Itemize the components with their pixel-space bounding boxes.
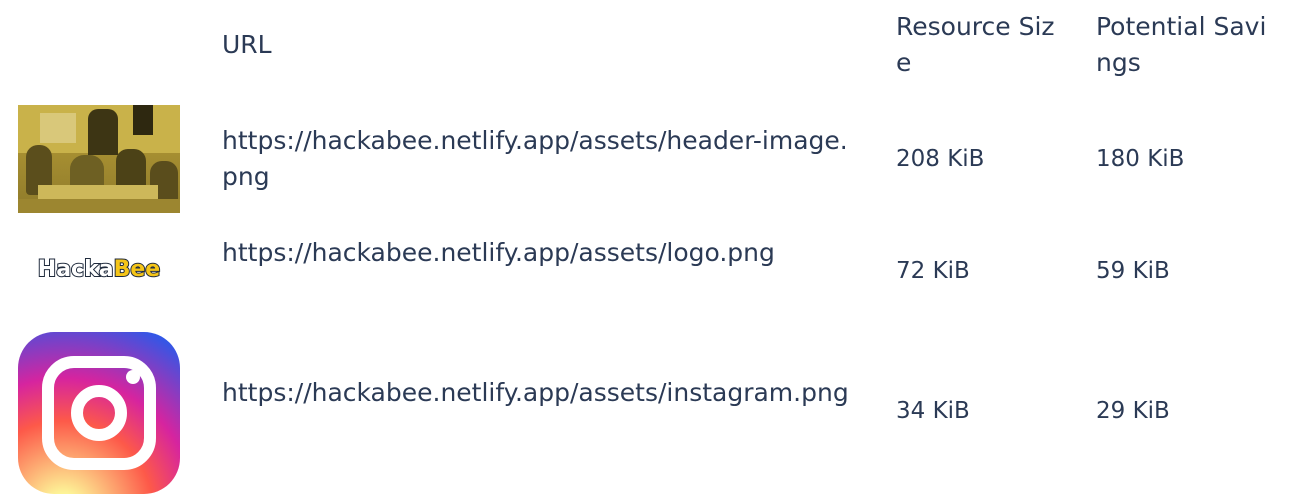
thumbnail-cell: [18, 332, 180, 494]
resource-size-value: 208 KiB: [896, 146, 985, 172]
table-row: https://hackabee.netlify.app/assets/inst…: [0, 332, 1297, 494]
header-image-thumbnail: [18, 105, 180, 213]
table-row: HackaBee https://hackabee.netlify.app/as…: [0, 235, 1297, 305]
column-header-resource-size: Resource Size: [896, 12, 1055, 77]
resource-size-value: 72 KiB: [896, 258, 970, 284]
instagram-icon: [18, 332, 180, 494]
resource-size-value: 34 KiB: [896, 398, 970, 424]
column-header-url: URL: [222, 30, 272, 59]
potential-savings-value: 29 KiB: [1096, 398, 1170, 424]
thumbnail-cell: HackaBee: [18, 235, 180, 305]
column-header-potential-savings: Potential Savings: [1096, 12, 1267, 77]
hackabee-logo-thumbnail: HackaBee: [37, 257, 161, 282]
thumbnail-cell: [18, 105, 180, 213]
opportunity-table: URL Resource Size Potential Savings http…: [0, 0, 1297, 494]
resource-url-link[interactable]: https://hackabee.netlify.app/assets/head…: [222, 123, 862, 195]
table-row: https://hackabee.netlify.app/assets/head…: [0, 105, 1297, 215]
resource-url-link[interactable]: https://hackabee.netlify.app/assets/logo…: [222, 235, 862, 271]
potential-savings-value: 59 KiB: [1096, 258, 1170, 284]
resource-url-link[interactable]: https://hackabee.netlify.app/assets/inst…: [222, 375, 862, 411]
potential-savings-value: 180 KiB: [1096, 146, 1185, 172]
